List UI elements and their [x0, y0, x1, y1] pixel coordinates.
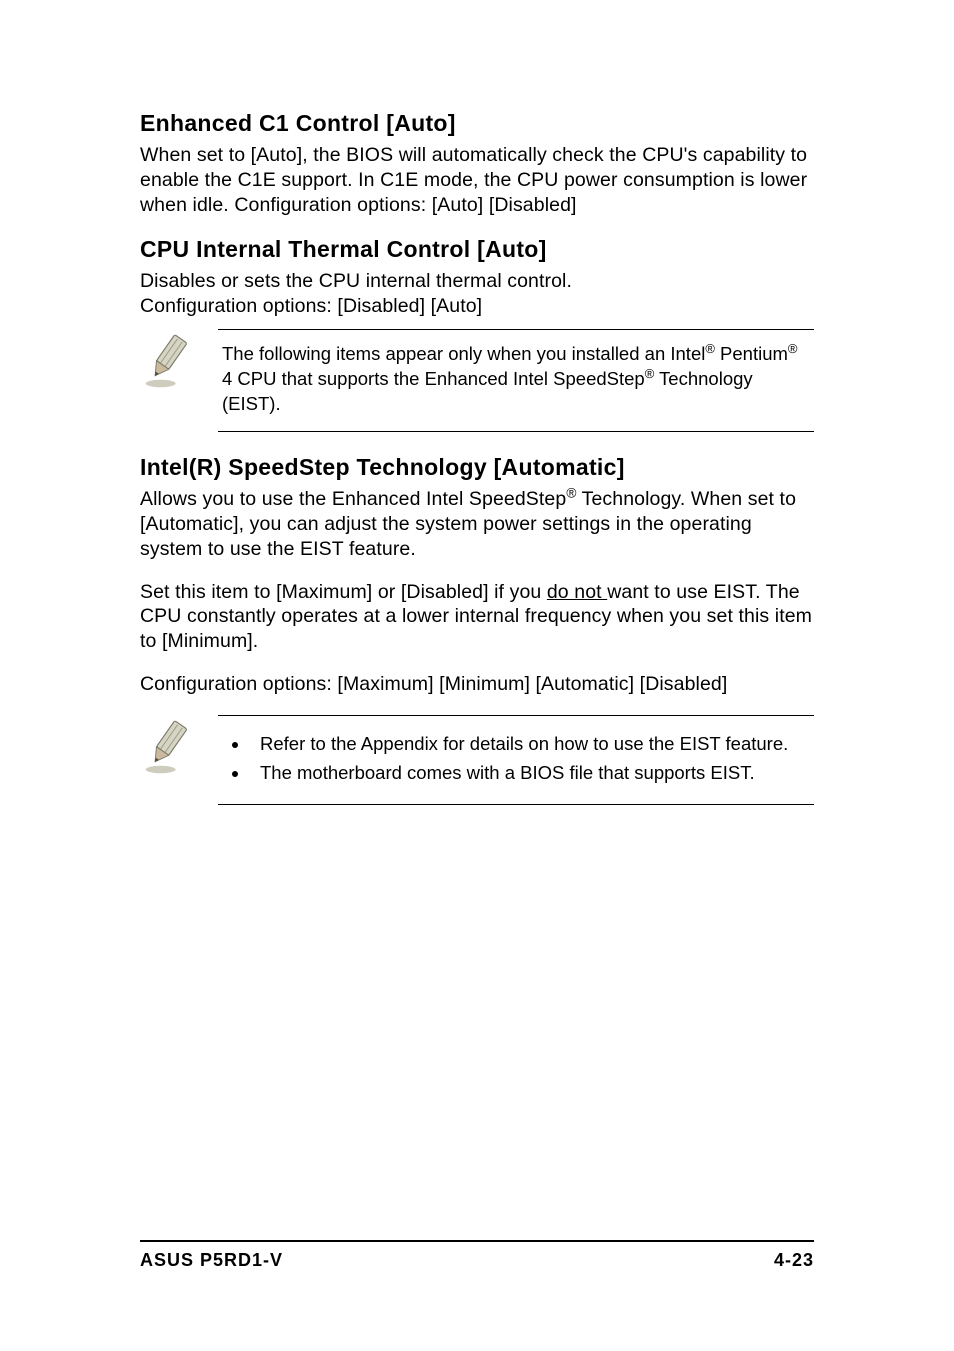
note-box-1: The following items appear only when you… [218, 329, 814, 432]
note1-post: 4 CPU that supports the Enhanced Intel S… [222, 368, 645, 389]
footer-product: ASUS P5RD1-V [140, 1250, 283, 1271]
note2-bullet-1: Refer to the Appendix for details on how… [250, 732, 810, 757]
note2-bullet-2: The motherboard comes with a BIOS file t… [250, 761, 810, 786]
heading-speedstep: Intel(R) SpeedStep Technology [Automatic… [140, 454, 814, 481]
body-speedstep-p1: Allows you to use the Enhanced Intel Spe… [140, 487, 814, 562]
pencil-note-icon [140, 717, 200, 777]
heading-enhanced-c1: Enhanced C1 Control [Auto] [140, 110, 814, 137]
body-cpu-thermal: Disables or sets the CPU internal therma… [140, 269, 814, 319]
reg-mark: ® [645, 366, 655, 381]
note-row-2: Refer to the Appendix for details on how… [140, 715, 814, 805]
pencil-note-icon [140, 331, 200, 391]
footer-rule [140, 1240, 814, 1242]
body-enhanced-c1: When set to [Auto], the BIOS will automa… [140, 143, 814, 218]
footer-line: ASUS P5RD1-V 4-23 [140, 1250, 814, 1271]
note2-list: Refer to the Appendix for details on how… [222, 732, 810, 786]
note1-text: The following items appear only when you… [222, 343, 797, 414]
p2-pre: Set this item to [Maximum] or [Disabled]… [140, 581, 547, 603]
body-speedstep-p3: Configuration options: [Maximum] [Minimu… [140, 672, 814, 697]
note1-mid: Pentium [715, 343, 788, 364]
reg-mark: ® [566, 485, 576, 500]
heading-cpu-thermal: CPU Internal Thermal Control [Auto] [140, 236, 814, 263]
p2-underline: do not [547, 581, 607, 603]
page-content: Enhanced C1 Control [Auto] When set to [… [0, 0, 954, 805]
footer-page-number: 4-23 [774, 1250, 814, 1271]
note1-pre: The following items appear only when you… [222, 343, 705, 364]
page-footer: ASUS P5RD1-V 4-23 [140, 1240, 814, 1271]
body-speedstep-p2: Set this item to [Maximum] or [Disabled]… [140, 580, 814, 655]
p1-pre: Allows you to use the Enhanced Intel Spe… [140, 488, 566, 510]
note-box-2: Refer to the Appendix for details on how… [218, 715, 814, 805]
note-row-1: The following items appear only when you… [140, 329, 814, 432]
reg-mark: ® [705, 341, 715, 356]
reg-mark: ® [788, 341, 798, 356]
